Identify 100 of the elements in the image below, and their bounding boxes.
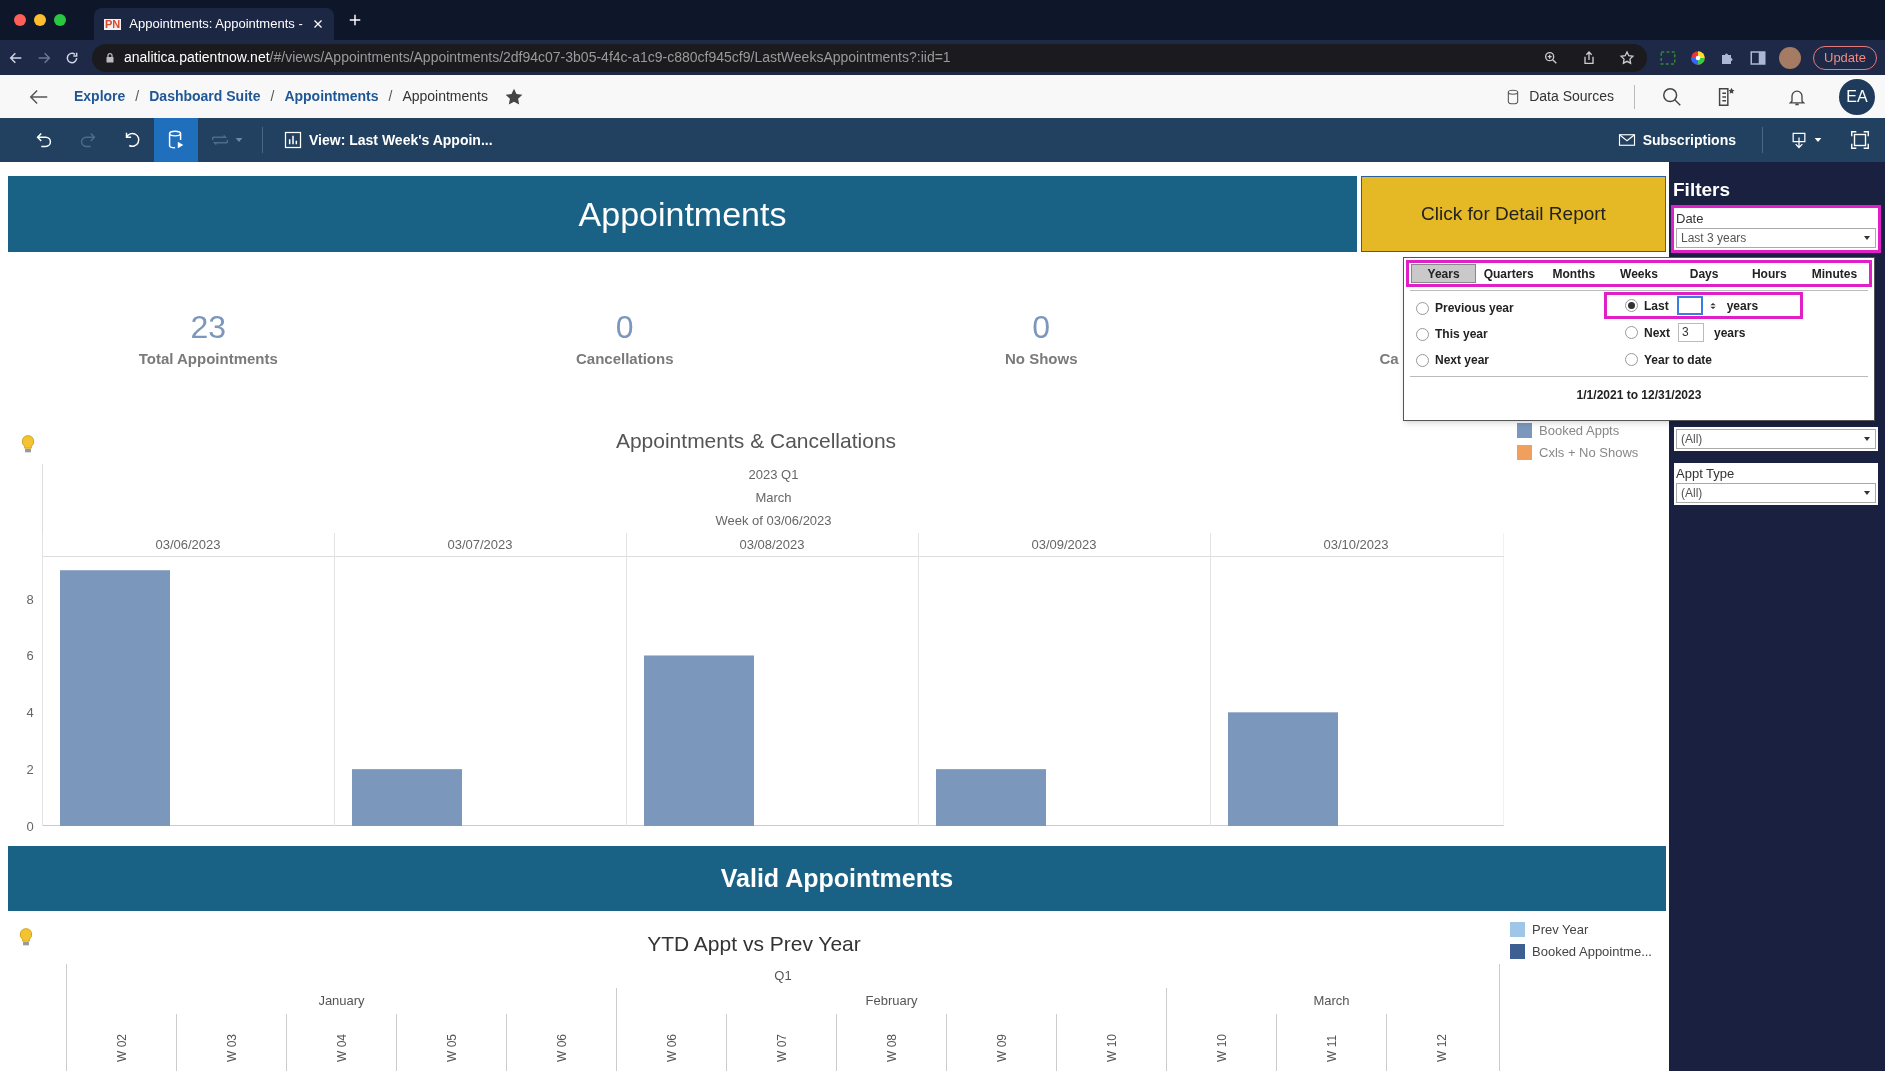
- period-tab[interactable]: Days: [1671, 264, 1737, 283]
- number-input[interactable]: 3: [1678, 323, 1704, 342]
- axis-tick-label: 6: [26, 648, 34, 664]
- color-wheel-icon[interactable]: [1689, 48, 1707, 67]
- axis-tick-label: 03/08/2023: [739, 536, 805, 552]
- lock-icon: [104, 51, 116, 64]
- option-label: This year: [1435, 326, 1488, 343]
- axis-tick-label: 8: [26, 591, 34, 607]
- breadcrumb-current: Appointments: [402, 87, 488, 106]
- radio-button[interactable]: [1625, 326, 1638, 339]
- breadcrumb-link[interactable]: Explore: [74, 86, 126, 107]
- option-label: Previous year: [1435, 300, 1514, 317]
- option-label: Year to date: [1644, 351, 1713, 369]
- option-label: Next: [1644, 324, 1670, 342]
- week-header: W 02: [113, 1032, 130, 1062]
- week-header: W 06: [553, 1032, 570, 1062]
- filter-label: Appt Type: [1676, 465, 1736, 483]
- mail-icon: [1616, 131, 1637, 149]
- data-source-button[interactable]: [154, 118, 198, 162]
- month-header: February: [865, 992, 918, 1011]
- radio-button[interactable]: [1416, 301, 1429, 315]
- browser-tab[interactable]: PN Appointments: Appointments -: [94, 8, 334, 40]
- user-avatar[interactable]: EA: [1839, 78, 1875, 115]
- kpi-label: Total Appointments: [138, 349, 278, 370]
- axis-tick-label: 03/10/2023: [1323, 536, 1389, 552]
- axis-tick-label: 03/06/2023: [155, 536, 221, 552]
- caret-down-icon: [1863, 489, 1871, 497]
- number-input[interactable]: [1676, 296, 1703, 315]
- radio-button[interactable]: [1625, 299, 1638, 312]
- close-icon[interactable]: [312, 18, 324, 30]
- view-button[interactable]: View: Last Week's Appoin...: [283, 129, 493, 151]
- fullscreen-icon[interactable]: [1849, 129, 1871, 151]
- breadcrumb-separator: /: [270, 87, 275, 106]
- search-icon[interactable]: [1661, 85, 1683, 108]
- bookmark-star-icon[interactable]: [1619, 49, 1635, 66]
- week-header: W 05: [443, 1032, 460, 1062]
- window-close-button[interactable]: [14, 14, 26, 26]
- detail-report-button[interactable]: Click for Detail Report: [1361, 176, 1666, 253]
- week-header: W 08: [883, 1032, 900, 1062]
- chart-icon: [283, 130, 303, 150]
- zoom-icon[interactable]: [1543, 49, 1559, 66]
- week-header: W 09: [993, 1032, 1010, 1062]
- kpi-label: Ca: [1379, 349, 1399, 370]
- legend-label: Booked Appts: [1539, 421, 1620, 440]
- window-minimize-button[interactable]: [34, 14, 46, 26]
- caret-down-icon: [1863, 435, 1871, 443]
- month-header: March: [1313, 992, 1350, 1011]
- period-tab[interactable]: Years: [1411, 264, 1477, 283]
- dashed-square-icon[interactable]: [1659, 48, 1677, 67]
- legend-label: Prev Year: [1532, 921, 1589, 940]
- option-label: Last: [1644, 297, 1669, 315]
- sidebar-icon[interactable]: [1749, 48, 1767, 67]
- week-header: W 11: [1323, 1033, 1340, 1062]
- filter-dropdown[interactable]: (All): [1676, 483, 1876, 503]
- week-header: W 06: [663, 1032, 680, 1062]
- radio-button[interactable]: [1416, 353, 1429, 367]
- period-tab[interactable]: Minutes: [1801, 264, 1867, 283]
- week-header: W 03: [223, 1032, 240, 1062]
- data-sources-link[interactable]: Data Sources: [1505, 86, 1614, 107]
- legend-label: Cxls + No Shows: [1539, 443, 1639, 462]
- kpi-value: 0: [1032, 308, 1051, 347]
- period-tab[interactable]: Hours: [1736, 264, 1802, 283]
- period-tab[interactable]: Weeks: [1606, 264, 1672, 283]
- filter-dropdown[interactable]: Last 3 years: [1676, 228, 1876, 248]
- axis-tick-label: 03/07/2023: [447, 536, 513, 552]
- filter-label: Date: [1676, 210, 1705, 228]
- url-text: analitica.patientnow.net/#/views/Appointments/Appointments/2df94c07-3b05-4f4c-a1c9-c880cf945cf9/LastWeeksAppointments?:iid=1: [124, 48, 952, 67]
- axis-tick-label: 2: [26, 761, 34, 777]
- radio-button[interactable]: [1416, 327, 1429, 341]
- share-icon[interactable]: [1581, 49, 1597, 66]
- week-header: W 10: [1103, 1032, 1120, 1062]
- plus-icon[interactable]: [348, 13, 362, 27]
- axis-tick-label: 4: [26, 704, 34, 720]
- section-title: Valid Appointments: [720, 862, 954, 894]
- kpi-label: No Shows: [1005, 349, 1078, 370]
- header-label: 2023 Q1: [748, 466, 799, 485]
- axis-tick-label: 03/09/2023: [1031, 536, 1097, 552]
- option-label: Next year: [1435, 352, 1490, 369]
- favicon: PN: [104, 18, 122, 30]
- week-header: W 10: [1213, 1032, 1230, 1062]
- week-header: W 12: [1433, 1032, 1450, 1062]
- period-tab[interactable]: Quarters: [1476, 264, 1542, 283]
- filters-title: Filters: [1672, 178, 1732, 202]
- window-maximize-button[interactable]: [54, 14, 66, 26]
- dashboard-title: Appointments: [578, 193, 787, 235]
- avatar[interactable]: [1779, 46, 1801, 69]
- date-range-text: 1/1/2021 to 12/31/2023: [1576, 387, 1702, 404]
- quarter-header: Q1: [774, 967, 792, 986]
- filter-dropdown[interactable]: (All): [1676, 429, 1876, 449]
- subscriptions-button[interactable]: Subscriptions: [1616, 129, 1736, 151]
- axis-tick-label: 0: [26, 818, 34, 834]
- chart-title: Appointments & Cancellations: [614, 428, 898, 455]
- caret-down-icon: [1863, 234, 1871, 242]
- breadcrumb-link[interactable]: Dashboard Suite: [149, 86, 261, 107]
- header-label: March: [755, 489, 792, 508]
- radio-button[interactable]: [1625, 353, 1638, 366]
- period-tab[interactable]: Months: [1541, 264, 1607, 283]
- address-field[interactable]: analitica.patientnow.net/#/views/Appointments/Appointments/2df94c07-3b05-4f4c-a1c9-c880cf945cf9/LastWeeksAppointments?:iid=1: [92, 43, 1647, 72]
- breadcrumb-link[interactable]: Appointments: [284, 86, 379, 107]
- unit-label: years: [1714, 324, 1746, 342]
